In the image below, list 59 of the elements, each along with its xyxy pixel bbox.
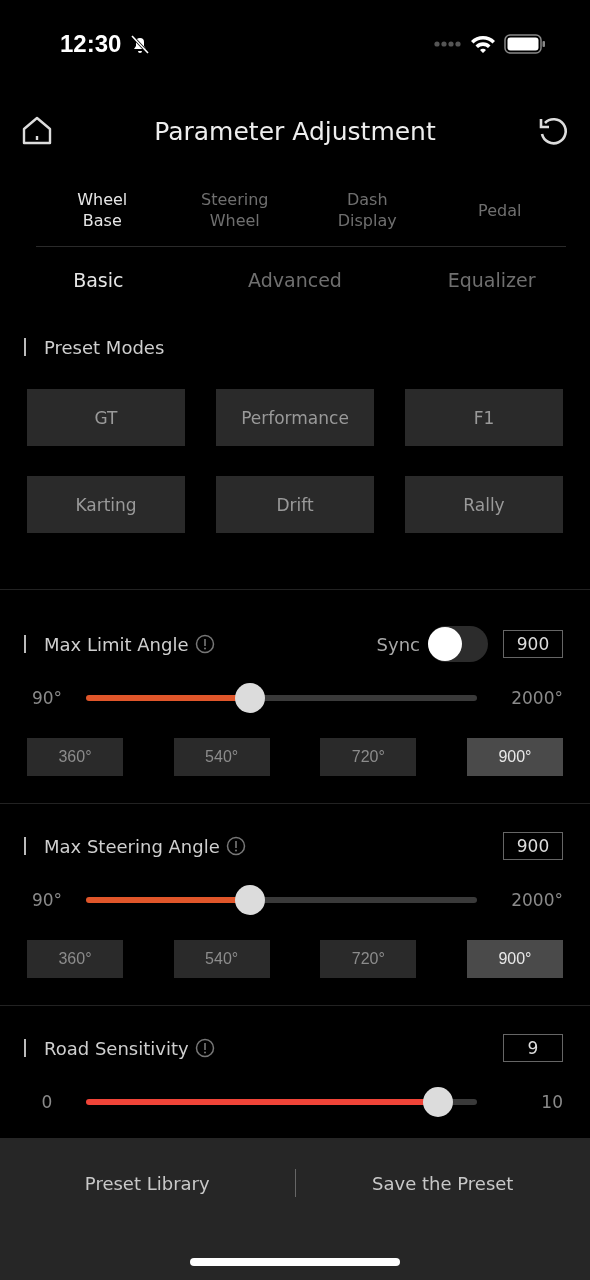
info-icon[interactable] <box>194 1038 215 1058</box>
angle-preset-button[interactable]: 720° <box>320 738 417 776</box>
page-title: Parameter Adjustment <box>154 116 436 146</box>
setting-title: Max Limit Angle <box>44 633 189 655</box>
reset-icon <box>537 115 569 147</box>
max-label: 2000° <box>510 890 563 910</box>
preset-mode-button[interactable]: Performance <box>216 389 374 446</box>
preset-mode-button[interactable]: Karting <box>27 476 185 533</box>
slider[interactable] <box>86 884 477 916</box>
preset-mode-button[interactable]: Rally <box>405 476 563 533</box>
angle-preset-button[interactable]: 540° <box>173 940 270 978</box>
battery-icon <box>504 34 546 54</box>
slider-thumb[interactable] <box>422 1087 453 1117</box>
angle-preset-button[interactable]: 900° <box>466 940 563 978</box>
min-label: 0 <box>40 1092 54 1112</box>
heading-marker <box>24 338 26 356</box>
heading-marker <box>24 635 26 653</box>
home-icon <box>21 115 53 147</box>
section-title: Preset Modes <box>44 336 165 358</box>
preset-mode-button[interactable]: F1 <box>405 389 563 446</box>
signal-dots-icon <box>434 41 462 47</box>
sub-tab[interactable]: Equalizer <box>447 269 536 291</box>
slider-thumb[interactable] <box>235 885 266 915</box>
angle-preset-button[interactable]: 360° <box>27 940 123 978</box>
min-label: 90° <box>30 688 64 708</box>
value-field[interactable]: 900 <box>503 832 563 860</box>
setting-title: Max Steering Angle <box>44 835 220 857</box>
slider-thumb[interactable] <box>235 683 266 713</box>
device-tab[interactable]: Pedal <box>478 199 522 221</box>
angle-preset-button[interactable]: 900° <box>466 738 563 776</box>
slider[interactable] <box>86 1086 477 1118</box>
angle-preset-button[interactable]: 720° <box>320 940 417 978</box>
sync-label: Sync <box>376 633 420 655</box>
bell-slash-icon <box>129 33 152 55</box>
wifi-icon <box>470 34 496 54</box>
sync-toggle[interactable] <box>428 626 488 662</box>
preset-mode-button[interactable]: GT <box>27 389 185 446</box>
status-time: 12:30 <box>60 30 122 58</box>
setting-title: Road Sensitivity <box>44 1037 189 1059</box>
sub-tab[interactable]: Basic <box>73 269 124 291</box>
min-label: 90° <box>30 890 64 910</box>
max-label: 10 <box>540 1092 563 1112</box>
footer-button[interactable]: Save the Preset <box>295 1138 590 1228</box>
footer-button[interactable]: Preset Library <box>0 1138 295 1228</box>
info-icon[interactable] <box>194 634 215 654</box>
device-tab[interactable]: Steering Wheel <box>189 189 280 231</box>
sub-tab[interactable]: Advanced <box>248 269 342 291</box>
device-tab[interactable]: Wheel Base <box>57 189 148 231</box>
angle-preset-button[interactable]: 360° <box>27 738 123 776</box>
heading-marker <box>24 837 26 855</box>
max-label: 2000° <box>510 688 563 708</box>
preset-mode-button[interactable]: Drift <box>216 476 374 533</box>
angle-preset-button[interactable]: 540° <box>173 738 270 776</box>
info-icon[interactable] <box>225 836 246 856</box>
device-tab[interactable]: Dash Display <box>322 189 413 231</box>
value-field[interactable]: 9 <box>503 1034 563 1062</box>
heading-marker <box>24 1039 26 1057</box>
slider[interactable] <box>86 682 477 714</box>
value-field[interactable]: 900 <box>503 630 563 658</box>
